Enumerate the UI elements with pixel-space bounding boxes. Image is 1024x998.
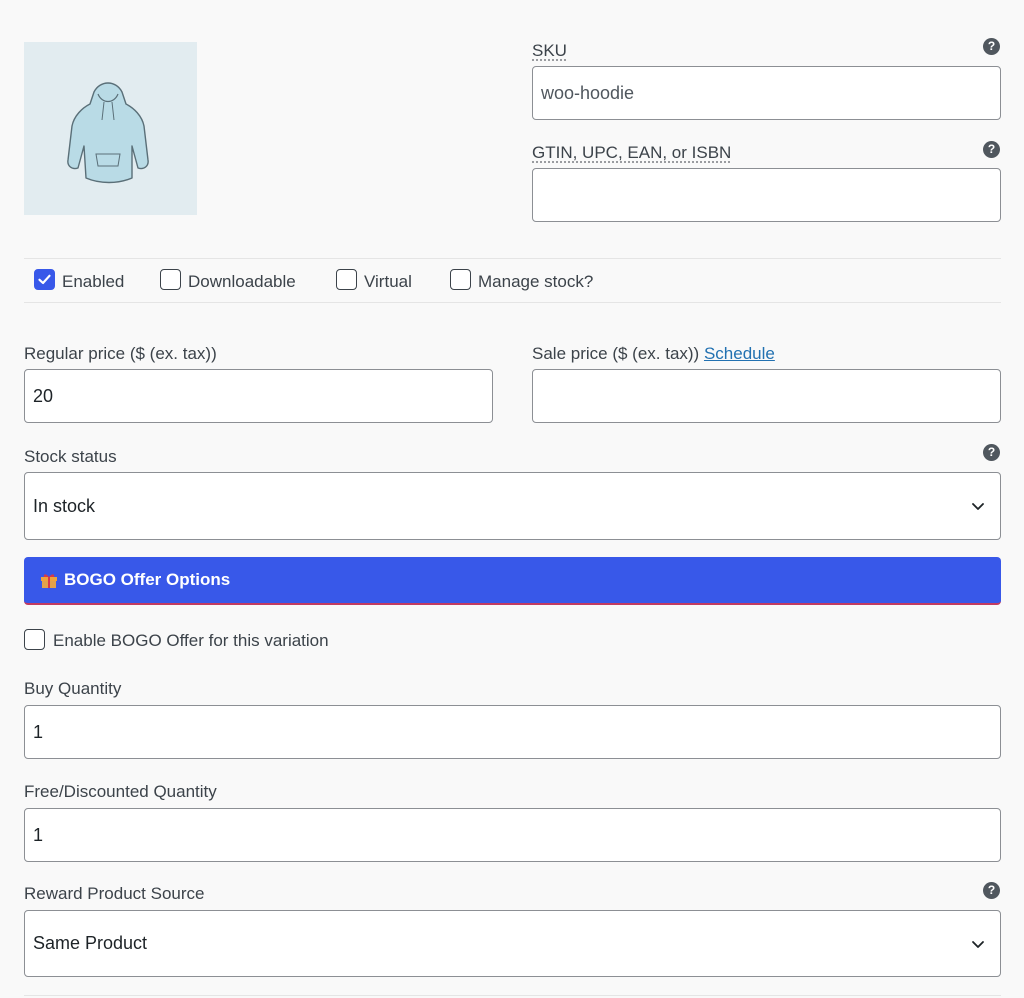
enabled-checkbox[interactable] [34, 269, 55, 290]
reward-source-select[interactable]: Same Product [24, 910, 1001, 977]
enable-bogo-checkbox[interactable] [24, 629, 45, 650]
enabled-label: Enabled [62, 272, 125, 291]
buy-quantity-input[interactable]: 1 [24, 705, 1001, 759]
product-image[interactable] [24, 42, 197, 215]
sku-label: SKU [532, 41, 567, 60]
enable-bogo-label: Enable BOGO Offer for this variation [53, 631, 329, 650]
gtin-help-icon[interactable]: ? [983, 141, 1000, 158]
chevron-down-icon [972, 940, 984, 948]
regular-price-label: Regular price ($ (ex. tax)) [24, 344, 217, 363]
free-quantity-label: Free/Discounted Quantity [24, 782, 217, 801]
downloadable-checkbox[interactable] [160, 269, 181, 290]
virtual-checkbox[interactable] [336, 269, 357, 290]
schedule-link[interactable]: Schedule [704, 344, 775, 363]
virtual-label: Virtual [364, 272, 412, 291]
bogo-section-header: BOGO Offer Options [24, 557, 1001, 605]
chevron-down-icon [972, 503, 984, 510]
gtin-label: GTIN, UPC, EAN, or ISBN [532, 143, 732, 162]
stock-status-select[interactable]: In stock [24, 472, 1001, 540]
divider [24, 258, 1001, 259]
downloadable-label: Downloadable [188, 272, 296, 291]
sku-help-icon[interactable]: ? [983, 38, 1000, 55]
gift-icon [41, 573, 57, 588]
reward-source-value: Same Product [33, 933, 148, 953]
manage-stock-label: Manage stock? [478, 272, 594, 291]
sku-input[interactable]: woo-hoodie [532, 66, 1001, 120]
divider [24, 995, 1001, 996]
stock-status-help-icon[interactable]: ? [983, 444, 1000, 461]
free-quantity-input[interactable]: 1 [24, 808, 1001, 862]
stock-status-label: Stock status [24, 447, 117, 466]
reward-source-label: Reward Product Source [24, 884, 205, 903]
sale-price-input[interactable] [532, 369, 1001, 423]
buy-quantity-label: Buy Quantity [24, 679, 122, 698]
check-icon [38, 274, 51, 285]
hoodie-image [67, 82, 149, 184]
stock-status-value: In stock [33, 495, 96, 516]
gtin-input[interactable] [532, 168, 1001, 222]
manage-stock-checkbox[interactable] [450, 269, 471, 290]
bogo-section-title: BOGO Offer Options [64, 570, 231, 589]
sale-price-label: Sale price ($ (ex. tax)) Schedule [532, 344, 775, 363]
regular-price-input[interactable]: 20 [24, 369, 493, 423]
divider [24, 302, 1001, 303]
reward-source-help-icon[interactable]: ? [983, 882, 1000, 899]
